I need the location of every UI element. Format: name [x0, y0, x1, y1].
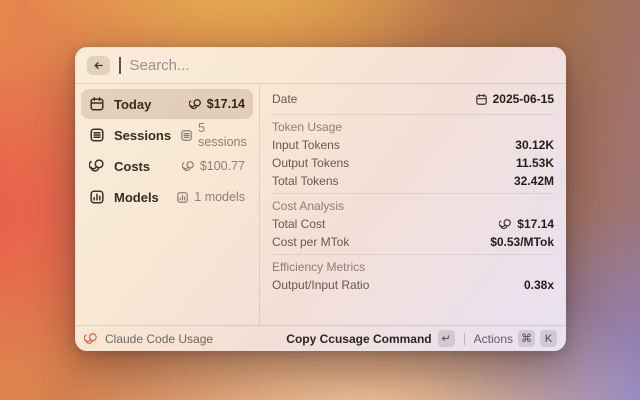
- footer-bar: Claude Code Usage Copy Ccusage Command ↵…: [75, 325, 566, 351]
- sidebar-item-value-text: 5 sessions: [198, 121, 247, 149]
- sidebar-item-costs[interactable]: Costs $100.77: [81, 151, 253, 181]
- metadata-row: Cost per MTok $0.53/MTok: [272, 233, 554, 251]
- metadata-value-text: 0.38x: [524, 278, 554, 292]
- metadata-row: Input Tokens 30.12K: [272, 136, 554, 154]
- sidebar-item-value-text: $100.77: [200, 159, 245, 173]
- sidebar-item-label: Sessions: [114, 128, 171, 143]
- metadata-value: 32.42M: [514, 174, 554, 188]
- calendar-icon: [475, 93, 488, 106]
- footer-separator: [464, 333, 465, 345]
- actions-button[interactable]: Actions ⌘ K: [474, 330, 557, 347]
- sidebar-item-value: $17.14: [189, 97, 245, 111]
- metadata-value: 11.53K: [516, 156, 554, 170]
- arrow-left-icon: [92, 59, 105, 72]
- sidebar-item-models[interactable]: Models 1 models: [81, 182, 253, 212]
- command-key-icon: ⌘: [518, 330, 535, 347]
- section-header-row: Efficiency Metrics: [272, 258, 554, 276]
- k-key: K: [540, 330, 557, 347]
- metadata-label: Input Tokens: [272, 138, 340, 152]
- metadata-label: Output/Input Ratio: [272, 278, 369, 292]
- app-name: Claude Code Usage: [105, 332, 213, 346]
- metadata-label: Total Tokens: [272, 174, 339, 188]
- metadata-value: $17.14: [499, 217, 554, 231]
- metadata-row: Total Cost $17.14: [272, 215, 554, 233]
- metadata-label: Output Tokens: [272, 156, 349, 170]
- coins-icon: [89, 158, 105, 174]
- metadata-value-text: 11.53K: [516, 156, 554, 170]
- metadata-row: Output Tokens 11.53K: [272, 154, 554, 172]
- text-cursor: [119, 57, 121, 74]
- sidebar-item-value: $100.77: [182, 159, 245, 173]
- coins-icon: [182, 160, 195, 173]
- app-brand: Claude Code Usage: [84, 332, 213, 346]
- date-label: Date: [272, 92, 297, 106]
- sidebar-item-label: Today: [114, 97, 151, 112]
- metadata-value-text: $17.14: [517, 217, 554, 231]
- footer-actions: Copy Ccusage Command ↵ Actions ⌘ K: [286, 330, 557, 347]
- section-divider: [272, 193, 554, 194]
- date-row: Date 2025-06-15: [272, 87, 554, 111]
- metadata-label: Cost per MTok: [272, 235, 349, 249]
- coins-icon: [84, 332, 98, 346]
- section-divider: [272, 114, 554, 115]
- sidebar-item-label: Costs: [114, 159, 150, 174]
- sidebar-item-value: 5 sessions: [180, 121, 247, 149]
- metadata-value: 0.38x: [524, 278, 554, 292]
- sidebar-item-value-text: 1 models: [194, 190, 245, 204]
- date-value: 2025-06-15: [475, 92, 554, 106]
- copy-ccusage-command-button[interactable]: Copy Ccusage Command ↵: [286, 330, 454, 347]
- primary-action-label: Copy Ccusage Command: [286, 332, 431, 346]
- sidebar-item-sessions[interactable]: Sessions 5 sessions: [81, 120, 253, 150]
- list-icon: [89, 127, 105, 143]
- metadata-value: $0.53/MTok: [490, 235, 554, 249]
- section-header-row: Token Usage: [272, 118, 554, 136]
- claude-code-usage-window: Today $17.14 Sessions 5 sessions Costs $100.7…: [75, 47, 566, 351]
- list-icon: [180, 129, 193, 142]
- bar-chart-icon: [176, 191, 189, 204]
- section-header: Token Usage: [272, 120, 342, 134]
- return-key-icon: ↵: [438, 330, 455, 347]
- desktop: { "colors": { "selection_bg": "#dcc9ba",…: [0, 0, 640, 400]
- sidebar-list: Today $17.14 Sessions 5 sessions Costs $100.7…: [75, 84, 259, 325]
- bar-chart-icon: [89, 189, 105, 205]
- calendar-icon: [89, 96, 105, 112]
- sidebar-item-value-text: $17.14: [207, 97, 245, 111]
- search-bar: [75, 47, 566, 84]
- sidebar-item-today[interactable]: Today $17.14: [81, 89, 253, 119]
- section-header: Cost Analysis: [272, 199, 344, 213]
- coins-icon: [499, 218, 512, 231]
- metadata-row: Output/Input Ratio 0.38x: [272, 276, 554, 294]
- search-input[interactable]: [130, 57, 555, 74]
- sidebar-item-label: Models: [114, 190, 159, 205]
- metadata-value: 30.12K: [515, 138, 554, 152]
- detail-panel: Date 2025-06-15 Token Usage Input Tokens 3…: [260, 84, 566, 325]
- section-header-row: Cost Analysis: [272, 197, 554, 215]
- section-divider: [272, 254, 554, 255]
- section-header: Efficiency Metrics: [272, 260, 365, 274]
- date-value-text: 2025-06-15: [493, 92, 554, 106]
- coins-icon: [189, 98, 202, 111]
- metadata-value-text: 32.42M: [514, 174, 554, 188]
- detail-sections: Token Usage Input Tokens 30.12K Output Toke…: [272, 114, 554, 294]
- metadata-label: Total Cost: [272, 217, 325, 231]
- actions-label: Actions: [474, 332, 513, 346]
- metadata-value-text: 30.12K: [515, 138, 554, 152]
- metadata-value-text: $0.53/MTok: [490, 235, 554, 249]
- sidebar-item-value: 1 models: [176, 190, 245, 204]
- back-button[interactable]: [87, 56, 110, 75]
- metadata-row: Total Tokens 32.42M: [272, 172, 554, 190]
- window-body: Today $17.14 Sessions 5 sessions Costs $100.7…: [75, 84, 566, 325]
